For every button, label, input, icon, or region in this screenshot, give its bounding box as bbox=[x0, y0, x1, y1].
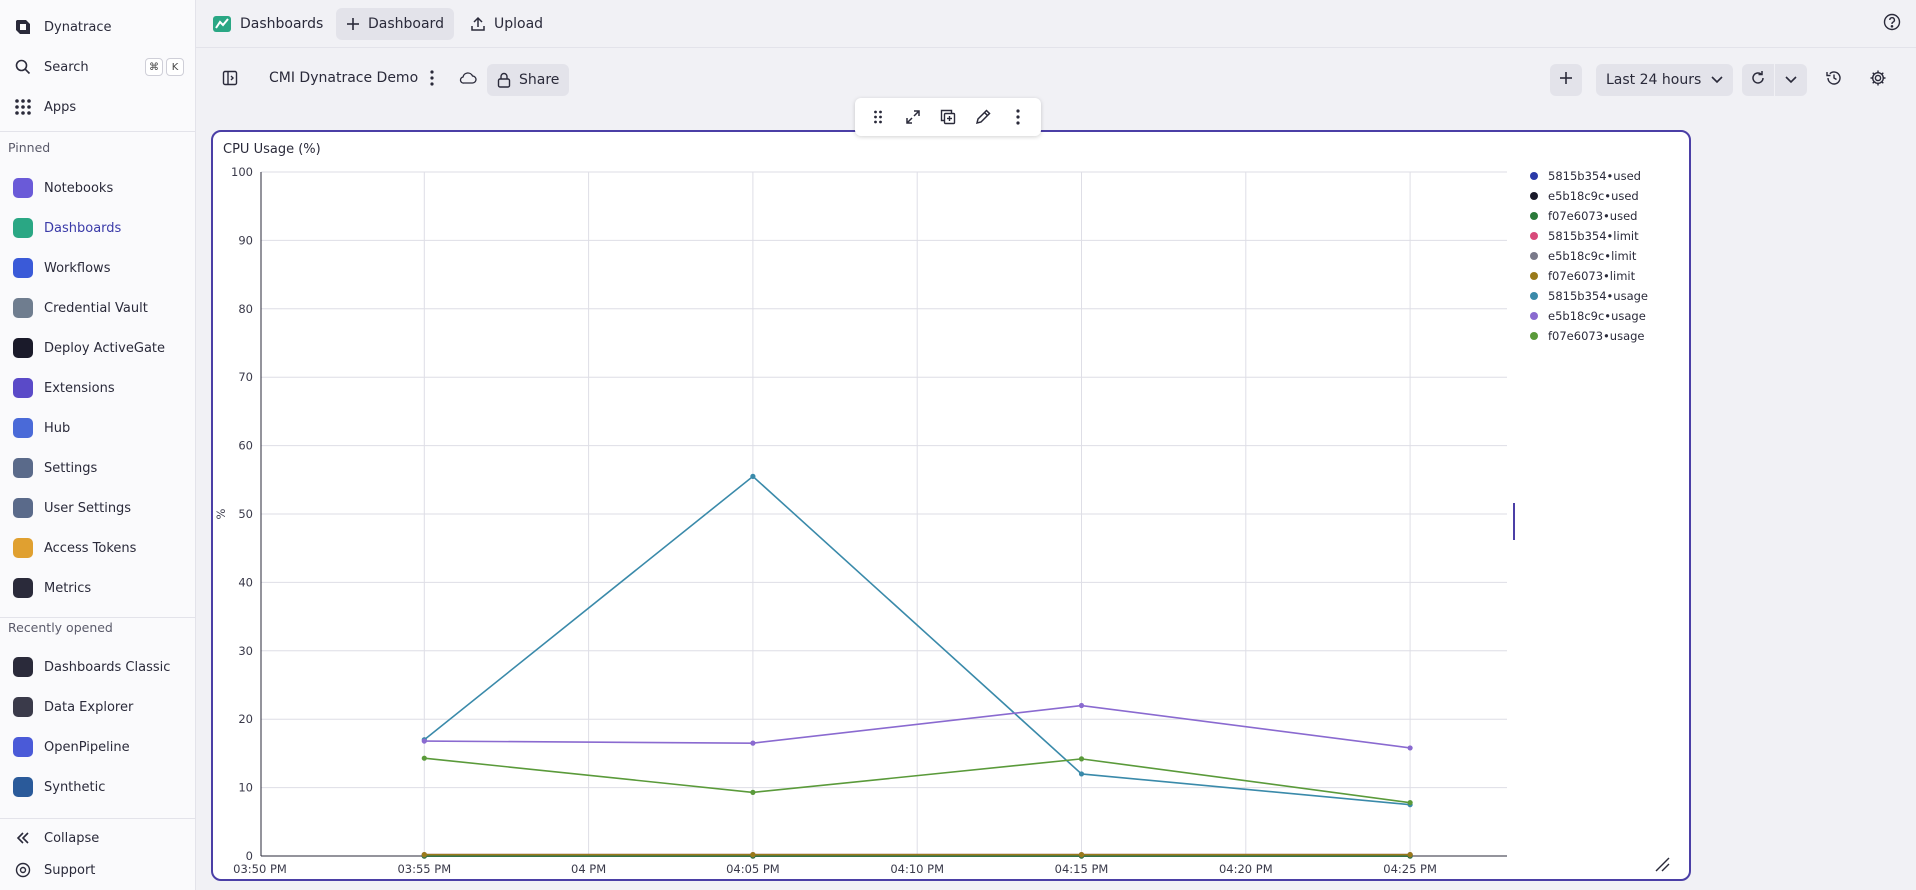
legend-swatch bbox=[1530, 332, 1538, 340]
legend-item[interactable]: f07e6073•usage bbox=[1530, 326, 1648, 346]
edit-pencil-icon[interactable] bbox=[970, 104, 996, 130]
tile-toolbar bbox=[855, 98, 1041, 136]
y-tick-label: 30 bbox=[238, 644, 253, 658]
duplicate-icon[interactable] bbox=[935, 104, 961, 130]
tile-resize-handle[interactable] bbox=[1654, 856, 1670, 872]
y-tick-label: 0 bbox=[246, 849, 253, 863]
x-tick-label: 04:05 PM bbox=[726, 862, 780, 876]
legend-item[interactable]: e5b18c9c•limit bbox=[1530, 246, 1648, 266]
x-tick-label: 04:15 PM bbox=[1055, 862, 1109, 876]
legend-swatch bbox=[1530, 252, 1538, 260]
x-tick-label: 04 PM bbox=[571, 862, 606, 876]
y-tick-label: 40 bbox=[238, 575, 253, 589]
legend-label: f07e6073•limit bbox=[1548, 269, 1636, 283]
legend-item[interactable]: e5b18c9c•used bbox=[1530, 186, 1648, 206]
y-tick-label: 90 bbox=[238, 233, 253, 247]
legend-label: e5b18c9c•usage bbox=[1548, 309, 1646, 323]
x-tick-label: 04:10 PM bbox=[890, 862, 944, 876]
legend-label: 5815b354•limit bbox=[1548, 229, 1639, 243]
legend-item[interactable]: f07e6073•limit bbox=[1530, 266, 1648, 286]
data-point bbox=[421, 755, 427, 761]
x-tick-label: 03:50 PM bbox=[233, 862, 287, 876]
data-point bbox=[750, 789, 756, 795]
legend-swatch bbox=[1530, 172, 1538, 180]
legend-swatch bbox=[1530, 272, 1538, 280]
legend-swatch bbox=[1530, 312, 1538, 320]
legend-item[interactable]: 5815b354•usage bbox=[1530, 286, 1648, 306]
legend-item[interactable]: 5815b354•limit bbox=[1530, 226, 1648, 246]
y-tick-label: 20 bbox=[238, 712, 253, 726]
y-tick-label: 60 bbox=[238, 439, 253, 453]
data-point bbox=[750, 852, 756, 858]
data-point bbox=[1078, 852, 1085, 858]
maximize-icon[interactable] bbox=[900, 104, 926, 130]
y-axis-label: % bbox=[214, 508, 228, 519]
legend-label: 5815b354•usage bbox=[1548, 289, 1649, 303]
data-point bbox=[750, 740, 756, 746]
y-tick-label: 70 bbox=[238, 370, 253, 384]
data-point bbox=[1407, 800, 1413, 806]
legend-label: e5b18c9c•used bbox=[1548, 189, 1639, 203]
x-tick-label: 04:20 PM bbox=[1219, 862, 1273, 876]
drag-handle-icon[interactable] bbox=[865, 104, 891, 130]
data-point bbox=[421, 738, 427, 744]
legend-label: e5b18c9c•limit bbox=[1548, 249, 1637, 263]
y-tick-label: 10 bbox=[238, 781, 253, 795]
legend-swatch bbox=[1530, 292, 1538, 300]
data-point bbox=[1078, 771, 1085, 777]
legend-item[interactable]: e5b18c9c•usage bbox=[1530, 306, 1648, 326]
y-tick-label: 80 bbox=[238, 302, 253, 316]
legend-label: f07e6073•used bbox=[1548, 209, 1638, 223]
legend-item[interactable]: f07e6073•used bbox=[1530, 206, 1648, 226]
data-point bbox=[750, 473, 756, 479]
x-tick-label: 04:25 PM bbox=[1383, 862, 1437, 876]
data-point bbox=[421, 852, 427, 858]
legend-swatch bbox=[1530, 232, 1538, 240]
y-tick-label: 50 bbox=[238, 507, 253, 521]
x-tick-label: 03:55 PM bbox=[397, 862, 451, 876]
legend-swatch bbox=[1530, 212, 1538, 220]
y-tick-label: 100 bbox=[231, 165, 253, 179]
legend-item[interactable]: 5815b354•used bbox=[1530, 166, 1648, 186]
data-point bbox=[1078, 702, 1085, 709]
legend-swatch bbox=[1530, 192, 1538, 200]
legend-label: f07e6073•usage bbox=[1548, 329, 1645, 343]
chart-legend: 5815b354•used e5b18c9c•used f07e6073•used 5… bbox=[1530, 166, 1648, 346]
data-point bbox=[1407, 745, 1413, 751]
data-point bbox=[1078, 756, 1085, 762]
data-point bbox=[1407, 852, 1413, 858]
more-vertical-icon[interactable] bbox=[1005, 104, 1031, 130]
legend-label: 5815b354•used bbox=[1548, 169, 1641, 183]
